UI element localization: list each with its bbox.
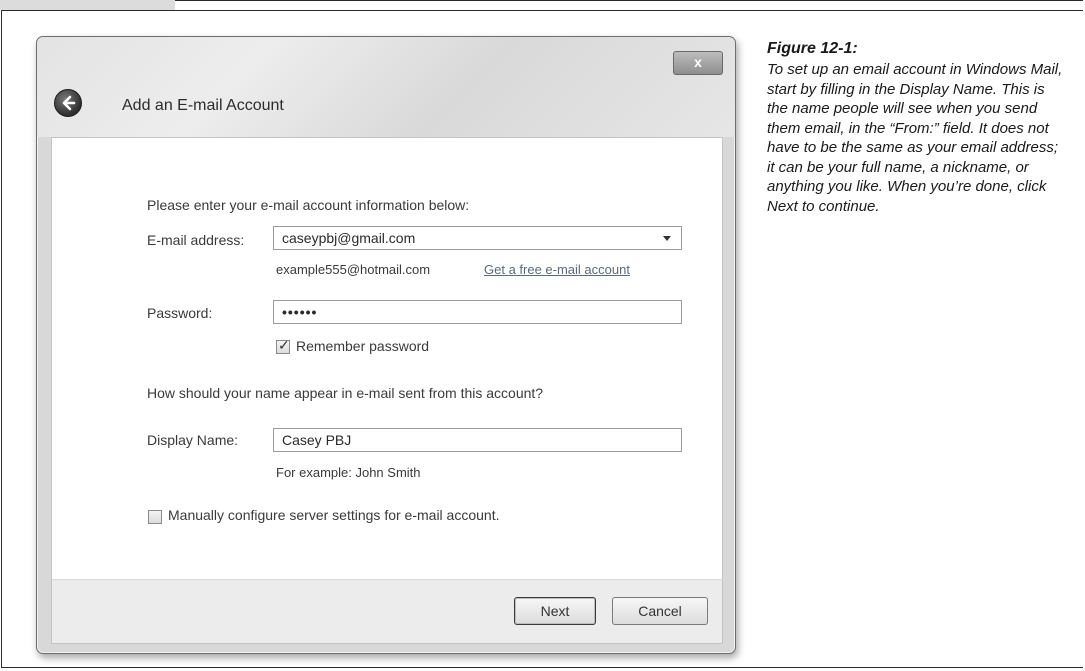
email-label: E-mail address:: [147, 232, 245, 248]
figure-caption: Figure 12-1: To set up an email account …: [767, 40, 1067, 216]
next-button[interactable]: Next: [514, 597, 596, 625]
caption-body: To set up an email account in Windows Ma…: [767, 61, 1063, 215]
add-email-account-window: x Add an E-mail Account Please enter you…: [36, 36, 736, 654]
page-corner-tab: [0, 0, 175, 10]
chevron-down-icon[interactable]: [663, 236, 671, 241]
remember-password-label[interactable]: Remember password: [296, 338, 429, 354]
wizard-title: Add an E-mail Account: [122, 97, 284, 114]
password-value: ••••••: [282, 304, 318, 320]
back-button[interactable]: [54, 89, 82, 117]
email-example: example555@hotmail.com: [276, 262, 431, 277]
name-question: How should your name appear in e-mail se…: [147, 385, 544, 401]
password-label: Password:: [147, 305, 213, 321]
checkmark-icon: ✓: [278, 337, 290, 353]
figure-frame-top: [175, 0, 1083, 1]
free-account-link[interactable]: Get a free e-mail account: [484, 262, 630, 277]
back-arrow-icon: [62, 95, 76, 111]
email-combobox[interactable]: caseypbj@gmail.com: [273, 226, 682, 250]
wizard-content: Please enter your e-mail account informa…: [51, 137, 723, 580]
manual-config-checkbox[interactable]: [148, 510, 162, 524]
intro-text: Please enter your e-mail account informa…: [147, 197, 470, 213]
display-name-value: Casey PBJ: [282, 432, 352, 448]
close-icon: x: [694, 54, 702, 70]
email-value: caseypbj@gmail.com: [282, 230, 416, 246]
close-button[interactable]: x: [673, 51, 723, 75]
window-titlebar: x Add an E-mail Account: [37, 37, 735, 137]
cancel-button[interactable]: Cancel: [612, 597, 708, 625]
remember-password-checkbox[interactable]: ✓: [276, 337, 290, 354]
manual-config-label[interactable]: Manually configure server settings for e…: [168, 507, 499, 523]
display-name-label: Display Name:: [147, 432, 239, 448]
display-name-example: For example: John Smith: [276, 465, 421, 480]
caption-title: Figure 12-1:: [767, 40, 858, 57]
wizard-footer: Next Cancel: [51, 579, 723, 644]
display-name-field[interactable]: Casey PBJ: [273, 428, 682, 452]
password-field[interactable]: ••••••: [273, 300, 682, 324]
